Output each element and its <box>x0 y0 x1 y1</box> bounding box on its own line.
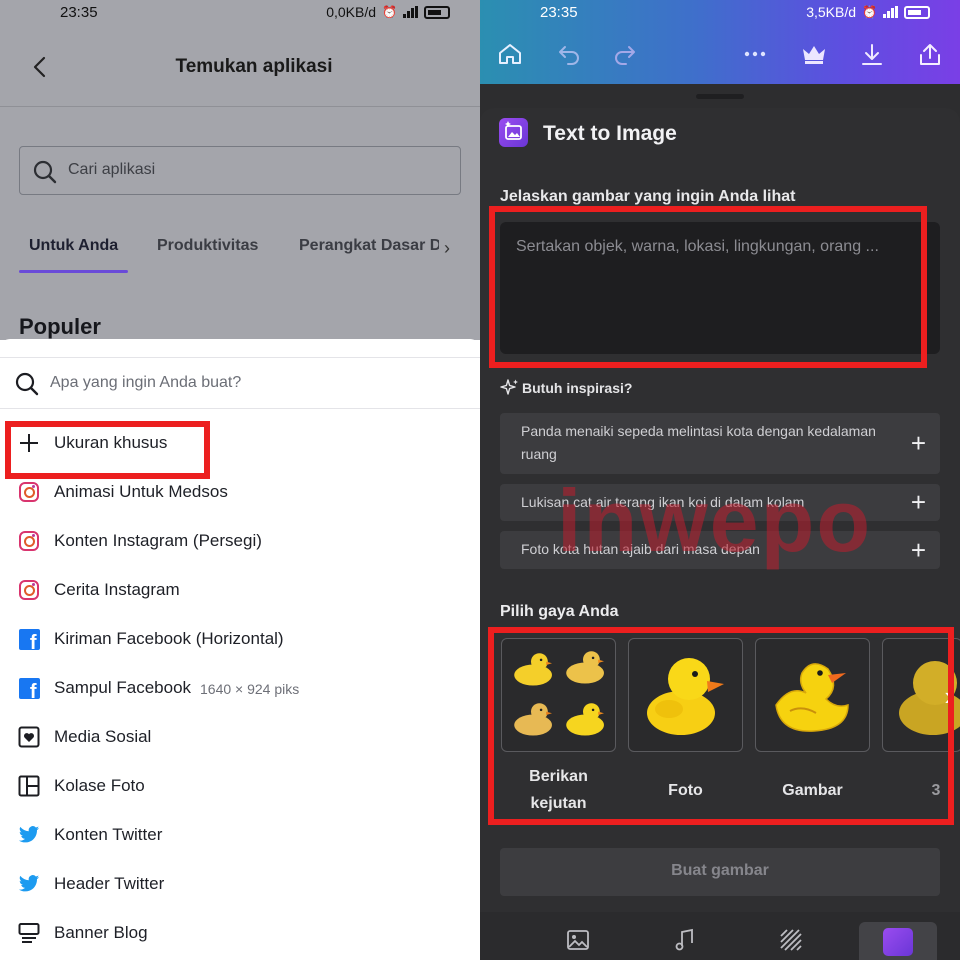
search-icon <box>33 160 57 184</box>
net-speed: 0,0KB/d <box>326 4 377 20</box>
alarm-icon: ⏰ <box>382 5 397 19</box>
text-to-image-app-icon <box>499 118 528 147</box>
twitter-icon <box>18 873 40 895</box>
status-time: 23:35 <box>540 4 578 21</box>
menu-item-label: Banner Blog <box>54 923 148 942</box>
menu-item-label: Sampul Facebook <box>54 678 192 697</box>
design-search-input[interactable]: Apa yang ingin Anda buat? <box>0 357 480 409</box>
net-speed: 3,5KB/d <box>806 4 857 20</box>
active-tab-indicator <box>19 270 128 273</box>
inspiration-label: Butuh inspirasi? <box>522 380 633 396</box>
menu-item-media-sosial[interactable]: Media Sosial <box>0 717 480 757</box>
sparkle-icon <box>500 379 518 395</box>
menu-item-label: Konten Twitter <box>54 825 163 844</box>
facebook-icon: f <box>18 677 40 699</box>
battery-icon <box>904 5 930 19</box>
alarm-icon: ⏰ <box>862 5 877 19</box>
section-title: Populer <box>19 314 101 339</box>
watermark: inwepo <box>557 471 873 570</box>
page-title: Temukan aplikasi <box>175 56 333 77</box>
panel-title: Text to Image <box>543 122 677 145</box>
download-icon[interactable] <box>859 42 885 68</box>
redo-icon[interactable] <box>612 42 638 66</box>
undo-icon[interactable] <box>556 42 582 66</box>
create-image-label: Buat gambar <box>671 862 769 879</box>
pattern-icon[interactable] <box>779 928 803 952</box>
menu-item-label: Animasi Untuk Medsos <box>54 482 228 501</box>
share-icon[interactable] <box>917 42 943 68</box>
banner-icon <box>18 922 40 944</box>
menu-item-kolase-foto[interactable]: Kolase Foto <box>0 766 480 806</box>
menu-item-label: Cerita Instagram <box>54 580 180 599</box>
left-screen: 23:35 0,0KB/d ⏰ Temukan aplikasi Cari ap… <box>0 0 480 960</box>
text-to-image-nav-icon[interactable] <box>883 928 913 956</box>
status-bar: 23:35 3,5KB/d ⏰ <box>480 0 960 26</box>
menu-item-label: Header Twitter <box>54 874 165 893</box>
create-image-button[interactable]: Buat gambar <box>500 848 940 896</box>
instagram-icon <box>18 530 40 552</box>
instagram-icon <box>18 481 40 503</box>
music-icon[interactable] <box>673 928 697 952</box>
menu-item-size: 1640 × 924 piks <box>200 681 300 697</box>
header-divider <box>0 106 480 107</box>
menu-item-konten-instagram[interactable]: Konten Instagram (Persegi) <box>0 521 480 561</box>
suggestion-item[interactable]: Panda menaiki sepeda melintasi kota deng… <box>500 413 940 474</box>
menu-item-header-twitter[interactable]: Header Twitter <box>0 864 480 904</box>
tab-perangkat-dasar[interactable]: Perangkat Dasar D <box>299 237 439 255</box>
menu-item-label: Kiriman Facebook (Horizontal) <box>54 629 284 648</box>
menu-item-konten-twitter[interactable]: Konten Twitter <box>0 815 480 855</box>
menu-item-label: Kolase Foto <box>54 776 145 795</box>
battery-icon <box>424 5 450 19</box>
status-bar: 23:35 0,0KB/d ⏰ <box>0 0 480 26</box>
menu-item-label: Konten Instagram (Persegi) <box>54 531 262 550</box>
add-icon[interactable]: + <box>911 537 926 563</box>
signal-icon <box>403 6 418 18</box>
crown-icon[interactable] <box>800 42 828 66</box>
heart-frame-icon <box>18 726 40 748</box>
instagram-icon <box>18 579 40 601</box>
signal-icon <box>883 6 898 18</box>
facebook-icon: f <box>18 628 40 650</box>
menu-item-sampul-facebook[interactable]: f Sampul Facebook 1640 × 924 piks <box>0 668 480 708</box>
menu-item-kiriman-facebook[interactable]: f Kiriman Facebook (Horizontal) <box>0 619 480 659</box>
drag-handle[interactable] <box>696 94 744 99</box>
suggestion-text: Panda menaiki sepeda melintasi kota deng… <box>521 423 876 462</box>
search-input[interactable]: Cari aplikasi <box>19 146 461 195</box>
status-time: 23:35 <box>60 4 98 21</box>
tab-untuk-anda[interactable]: Untuk Anda <box>29 237 118 255</box>
highlight-box <box>5 421 210 479</box>
collage-icon <box>18 775 40 797</box>
description-label: Jelaskan gambar yang ingin Anda lihat <box>500 188 796 205</box>
menu-item-cerita-instagram[interactable]: Cerita Instagram <box>0 570 480 610</box>
menu-item-label: Media Sosial <box>54 727 152 746</box>
search-icon <box>15 372 39 396</box>
highlight-box <box>488 627 954 825</box>
right-screen: 23:35 3,5KB/d ⏰ Text to Image Jelaskan g… <box>480 0 960 960</box>
search-placeholder: Cari aplikasi <box>68 161 156 178</box>
twitter-icon <box>18 824 40 846</box>
home-icon[interactable] <box>497 42 523 66</box>
add-icon[interactable]: + <box>911 489 926 515</box>
chevron-right-icon[interactable]: › <box>444 238 450 259</box>
image-icon[interactable] <box>566 928 590 952</box>
menu-item-banner-blog[interactable]: Banner Blog <box>0 913 480 953</box>
design-search-placeholder: Apa yang ingin Anda buat? <box>50 374 242 391</box>
more-icon[interactable] <box>742 42 768 66</box>
tab-produktivitas[interactable]: Produktivitas <box>157 237 258 255</box>
add-icon[interactable]: + <box>911 430 926 456</box>
style-label: Pilih gaya Anda <box>500 603 619 620</box>
highlight-box <box>489 206 927 368</box>
